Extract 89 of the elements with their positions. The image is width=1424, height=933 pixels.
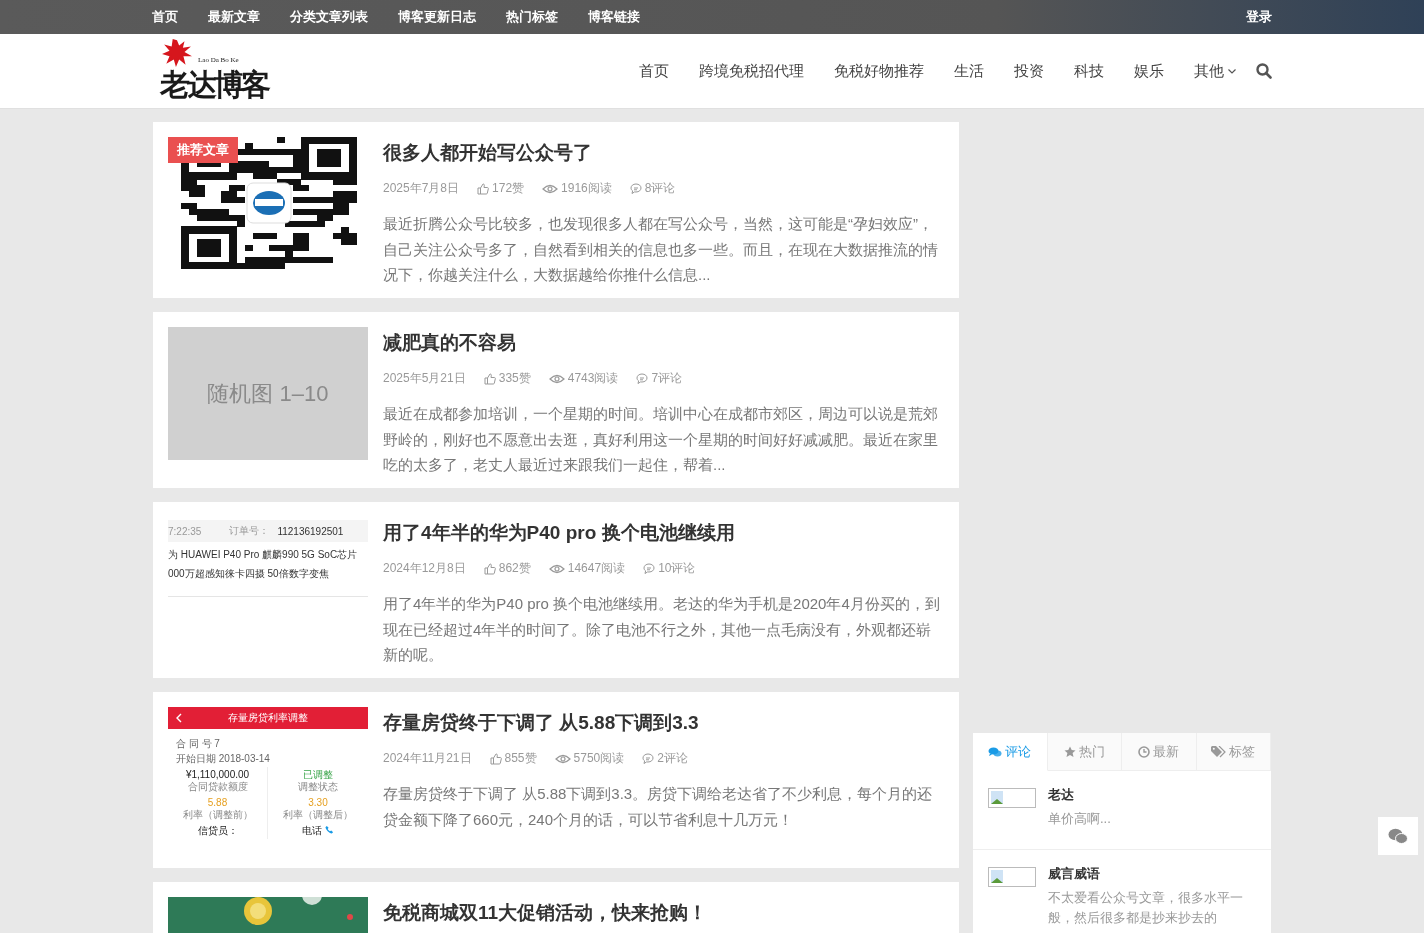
menu-item[interactable]: 免税好物推荐 [834,61,924,81]
post-date: 2024年11月21日 [383,750,472,767]
top-nav-link[interactable]: 首页 [152,8,178,26]
commenter-name: 老达 [1048,786,1075,804]
thumbs-up-icon [483,562,496,575]
view-count: 1916阅读 [561,180,612,197]
eye-icon [548,563,565,574]
post-excerpt: 最近在成都参加培训，一个星期的时间。培训中心在成都市郊区，周边可以说是荒郊野岭的，刚好也不愿意出去逛，真好利用这一个星期的时间好好减减肥。最近在家里吃的太多了，老丈人最近过来跟我们一起住，帮着... [383,404,939,475]
field-label: 调整状态 [297,781,339,793]
like-count: 855赞 [504,750,537,767]
ink-splash-icon [160,38,194,68]
top-nav-link[interactable]: 博客更新日志 [398,8,476,26]
comment-count: 10评论 [658,560,696,577]
star-icon [1063,745,1076,758]
post-excerpt: 用了4年半的华为P40 pro 换个电池继续用。老达的华为手机是2020年4月份买的，到现在已经超过4年半的时间了。除了电池不行之外，其他一点毛病没有，外观都还崭新的呢。 [383,594,941,665]
thumbs-up-icon [477,182,490,195]
broken-image-icon [988,867,1036,887]
view-count: 14647阅读 [567,560,626,577]
view-count: 4743阅读 [567,370,619,387]
menu-item[interactable]: 跨境免税招代理 [699,61,804,81]
tags-icon [1211,745,1227,758]
product-text: 000万超感知徕卡四摄 50倍数字变焦 [168,567,330,580]
comment-item[interactable]: 老达 单价高啊... [973,771,1271,850]
field-value: 电话 [268,825,368,837]
wechat-icon [1388,827,1408,845]
like-count: 862赞 [498,560,531,577]
comment-icon [642,752,655,765]
post-title[interactable]: 减肥真的不容易 [383,330,944,356]
start-date-text: 开始日期 2018-03-14 [175,752,271,765]
search-icon[interactable] [1256,63,1272,79]
logo-text: 老达博客 [160,70,270,100]
menu-item[interactable]: 其他 [1194,61,1236,81]
clock-icon [1138,745,1151,758]
top-nav-link[interactable]: 最新文章 [208,8,260,26]
field-value: 3.30 [307,797,329,809]
top-nav-link[interactable]: 博客链接 [588,8,640,26]
field-label: 合同贷款额度 [186,781,249,793]
comment-count: 7评论 [651,370,683,387]
like-count: 335赞 [498,370,531,387]
field-label: 利率（调整前） [181,809,254,821]
menu-item[interactable]: 投资 [1014,61,1044,81]
menu-item[interactable]: 娱乐 [1134,61,1164,81]
top-nav-link[interactable]: 热门标签 [506,8,558,26]
menu-item[interactable]: 首页 [639,61,669,81]
field-value: 信贷员： [196,825,239,837]
top-nav-link[interactable]: 分类文章列表 [290,8,368,26]
eye-icon [548,373,565,384]
menu-item[interactable]: 生活 [954,61,984,81]
comment-icon [636,372,649,385]
comments-icon [988,745,1003,758]
post-date: 2024年12月8日 [383,560,466,577]
post-date: 2025年7月8日 [383,180,460,197]
comment-icon [643,562,656,575]
comment-icon [629,182,642,195]
eye-icon [554,753,571,764]
order-label: 订单号： [229,524,270,538]
login-link[interactable]: 登录 [1246,8,1272,26]
thumbs-up-icon [489,752,502,765]
post-excerpt: 存量房贷终于下调了 从5.88下调到3.3。房贷下调给老达省了不少利息，每个月的还贷金额下降了660元，240个月的话，可以节省利息十几万元！ [383,784,934,830]
like-count: 172赞 [492,180,525,197]
comment-text: 单价高啊... [1048,810,1111,828]
order-number: 112136192501 [277,525,344,537]
order-time: 7:22:35 [168,525,202,537]
field-value: ¥1,110,000.00 [184,769,251,781]
back-icon [176,713,182,723]
field-value: 已调整 [302,769,334,781]
product-text: 为 HUAWEI P40 Pro 麒麟990 5G SoC芯片 [168,548,359,561]
post-excerpt: 最近折腾公众号比较多，也发现很多人都在写公众号，当然，这可能是“孕妇效应”，自己关注公众号多了，自然看到相关的信息也多一些。而且，在现在大数据推流的情况下，你越关注什么，大数据越给你推什么信息... [383,214,939,285]
post-title[interactable]: 免税商城双11大促销活动，快来抢购！ [383,900,944,926]
field-value: 5.88 [206,797,229,809]
recommended-badge: 推荐文章 [168,137,238,163]
phone-icon [324,825,334,834]
post-date: 2025年5月21日 [383,370,466,387]
contract-text: 合 同 号 7 [175,737,221,750]
post-title[interactable]: 存量房贷终于下调了 从5.88下调到3.3 [383,710,944,736]
comment-count: 8评论 [644,180,676,197]
comment-count: 2评论 [657,750,688,767]
thumbs-up-icon [483,372,496,385]
post-title[interactable]: 很多人都开始写公众号了 [383,140,944,166]
screenshot-title: 存量房贷利率调整 [228,711,308,725]
menu-item[interactable]: 科技 [1074,61,1104,81]
eye-icon [542,183,559,194]
wechat-button[interactable] [1378,817,1418,855]
commenter-name: 威言威语 [1048,865,1101,883]
placeholder-text: 随机图 1–10 [207,379,329,408]
field-label: 利率（调整后） [282,809,354,821]
view-count: 5750阅读 [573,750,625,767]
broken-image-icon [988,788,1036,808]
post-title[interactable]: 用了4年半的华为P40 pro 换个电池继续用 [383,520,944,546]
